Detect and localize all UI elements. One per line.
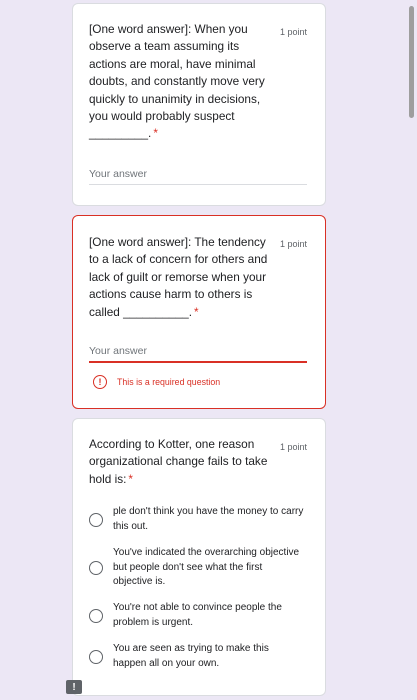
scrollbar[interactable] (409, 6, 414, 118)
points-label: 1 point (279, 27, 307, 37)
form-page: [One word answer]: When you observe a te… (0, 0, 417, 700)
required-asterisk: * (153, 126, 158, 141)
option-label: You're not able to convince people the p… (113, 602, 282, 628)
option-label: ple don't think you have the money to ca… (113, 506, 304, 532)
radio-button[interactable] (89, 512, 103, 527)
required-asterisk: * (194, 304, 199, 319)
question-text: According to Kotter, one reason organiza… (89, 436, 275, 488)
answer-input[interactable]: Your answer (89, 345, 147, 357)
answer-underline (89, 361, 307, 363)
radio-option-4[interactable]: You are seen as trying to make this happ… (89, 642, 304, 671)
question-text: [One word answer]: When you observe a te… (89, 21, 275, 143)
radio-button[interactable] (89, 560, 103, 575)
required-asterisk: * (128, 471, 133, 486)
radio-option-2[interactable]: You've indicated the overarching objecti… (89, 546, 304, 590)
question-card-2: [One word answer]: The tendency to a lac… (72, 215, 326, 409)
radio-button[interactable] (89, 608, 103, 623)
error-icon: ! (93, 375, 107, 389)
question-card-1: [One word answer]: When you observe a te… (72, 3, 326, 206)
question-label: According to Kotter, one reason organiza… (89, 437, 268, 486)
option-label: You are seen as trying to make this happ… (113, 643, 269, 669)
report-problem-icon[interactable]: ! (66, 680, 82, 694)
radio-option-1[interactable]: ple don't think you have the money to ca… (89, 505, 304, 534)
error-message: ! This is a required question (93, 375, 220, 389)
question-label: [One word answer]: The tendency to a lac… (89, 235, 268, 319)
question-text: [One word answer]: The tendency to a lac… (89, 234, 275, 321)
radio-button[interactable] (89, 649, 103, 664)
points-label: 1 point (279, 442, 307, 452)
question-card-3: According to Kotter, one reason organiza… (72, 418, 326, 696)
answer-underline (89, 184, 307, 185)
radio-option-3[interactable]: You're not able to convince people the p… (89, 601, 304, 630)
answer-input[interactable]: Your answer (89, 168, 147, 180)
option-label: You've indicated the overarching objecti… (113, 547, 300, 588)
points-label: 1 point (279, 239, 307, 249)
question-label: [One word answer]: When you observe a te… (89, 22, 265, 141)
error-text: This is a required question (117, 377, 221, 387)
